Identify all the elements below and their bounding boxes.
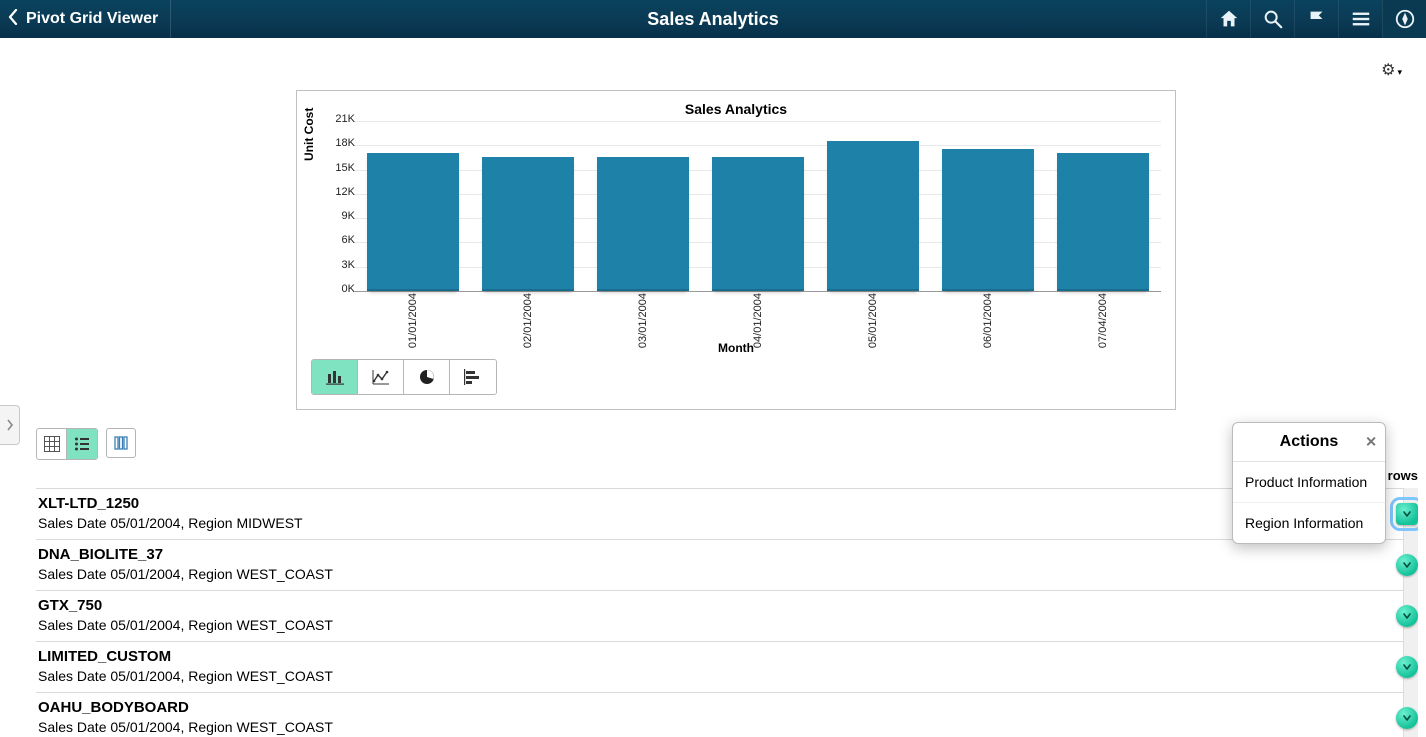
chart-bar[interactable]: [942, 149, 1034, 291]
caret-down-icon: ▾: [1397, 67, 1402, 77]
list-item-title: LIMITED_CUSTOM: [38, 648, 1390, 665]
x-axis-label: Month: [297, 341, 1175, 355]
list-item[interactable]: OAHU_BODYBOARD Sales Date 05/01/2004, Reg…: [36, 692, 1418, 737]
chart-type-toolbar: [311, 359, 497, 395]
list-item-subtitle: Sales Date 05/01/2004, Region WEST_COAST: [38, 617, 1390, 633]
options-menu[interactable]: ⚙▾: [1381, 60, 1402, 80]
x-tick-label: 07/04/2004: [1097, 293, 1109, 348]
list-item-title: GTX_750: [38, 597, 1390, 614]
list-item-subtitle: Sales Date 05/01/2004, Region WEST_COAST: [38, 668, 1390, 684]
bar-chart-button[interactable]: [312, 360, 358, 394]
view-toolbar: [36, 428, 136, 460]
chart-bar[interactable]: [482, 157, 574, 291]
chart-title: Sales Analytics: [297, 91, 1175, 117]
list-item-subtitle: Sales Date 05/01/2004, Region MIDWEST: [38, 515, 1390, 531]
y-tick-label: 9K: [342, 210, 355, 222]
row-actions-button[interactable]: [1396, 554, 1418, 576]
action-region-information[interactable]: Region Information: [1233, 503, 1385, 543]
y-tick-label: 12K: [335, 186, 355, 198]
action-product-information[interactable]: Product Information: [1233, 462, 1385, 503]
actions-popup: Actions ✕ Product Information Region Inf…: [1232, 422, 1386, 544]
hbar-chart-button[interactable]: [450, 360, 496, 394]
back-button[interactable]: [0, 9, 26, 30]
list-item[interactable]: XLT-LTD_1250 Sales Date 05/01/2004, Regio…: [36, 488, 1418, 539]
results-list: XLT-LTD_1250 Sales Date 05/01/2004, Regio…: [36, 488, 1418, 737]
x-tick-label: 04/01/2004: [752, 293, 764, 348]
y-tick-label: 21K: [335, 113, 355, 125]
grid-view-button[interactable]: [37, 429, 67, 459]
y-tick-label: 6K: [342, 234, 355, 246]
header-icon-group: [1206, 0, 1426, 38]
list-item[interactable]: GTX_750 Sales Date 05/01/2004, Region WES…: [36, 590, 1418, 641]
compass-icon[interactable]: [1382, 0, 1426, 38]
y-tick-label: 0K: [342, 283, 355, 295]
list-item-title: OAHU_BODYBOARD: [38, 699, 1390, 716]
row-actions-button[interactable]: [1396, 656, 1418, 678]
y-tick-label: 18K: [335, 137, 355, 149]
content-area: ⚙▾ Sales Analytics Unit Cost 0K 3K 6K 9K 12K…: [28, 38, 1426, 737]
pie-chart-button[interactable]: [404, 360, 450, 394]
list-item-title: XLT-LTD_1250: [38, 495, 1390, 512]
x-tick-label: 01/01/2004: [407, 293, 419, 348]
x-tick-label: 05/01/2004: [867, 293, 879, 348]
chart-panel: Sales Analytics Unit Cost 0K 3K 6K 9K 12K 15K…: [296, 90, 1176, 410]
x-tick-label: 03/01/2004: [637, 293, 649, 348]
row-actions-button[interactable]: [1396, 605, 1418, 627]
chart-bar[interactable]: [367, 153, 459, 291]
y-tick-label: 15K: [335, 162, 355, 174]
y-tick-label: 3K: [342, 259, 355, 271]
row-actions-button[interactable]: [1396, 707, 1418, 729]
back-label[interactable]: Pivot Grid Viewer: [26, 10, 170, 28]
list-item[interactable]: DNA_BIOLITE_37 Sales Date 05/01/2004, Reg…: [36, 539, 1418, 590]
chart-bar[interactable]: [1057, 153, 1149, 291]
expand-handle[interactable]: [0, 405, 20, 445]
list-item-subtitle: Sales Date 05/01/2004, Region WEST_COAST: [38, 719, 1390, 735]
column-config-button[interactable]: [106, 428, 136, 458]
x-tick-label: 02/01/2004: [522, 293, 534, 348]
chart-plot-area: [355, 121, 1161, 291]
row-actions-button[interactable]: [1396, 503, 1418, 525]
line-chart-button[interactable]: [358, 360, 404, 394]
x-tick-label: 06/01/2004: [982, 293, 994, 348]
flag-icon[interactable]: [1294, 0, 1338, 38]
chart-bar[interactable]: [712, 157, 804, 291]
menu-icon[interactable]: [1338, 0, 1382, 38]
actions-popup-title: Actions: [1280, 433, 1339, 451]
close-icon[interactable]: ✕: [1365, 434, 1377, 451]
list-view-button[interactable]: [67, 429, 97, 459]
y-axis-ticks: 0K3K6K9K12K15K18K21K: [325, 119, 355, 289]
list-item[interactable]: LIMITED_CUSTOM Sales Date 05/01/2004, Reg…: [36, 641, 1418, 692]
header-divider: [170, 0, 171, 38]
chart-gridline: [355, 291, 1161, 292]
app-header: Pivot Grid Viewer Sales Analytics: [0, 0, 1426, 38]
y-axis-label: Unit Cost: [302, 108, 316, 161]
chart-bar[interactable]: [597, 157, 689, 291]
gear-icon: ⚙: [1381, 62, 1395, 79]
list-item-subtitle: Sales Date 05/01/2004, Region WEST_COAST: [38, 566, 1390, 582]
home-icon[interactable]: [1206, 0, 1250, 38]
search-icon[interactable]: [1250, 0, 1294, 38]
list-item-title: DNA_BIOLITE_37: [38, 546, 1390, 563]
chart-bar[interactable]: [827, 141, 919, 291]
